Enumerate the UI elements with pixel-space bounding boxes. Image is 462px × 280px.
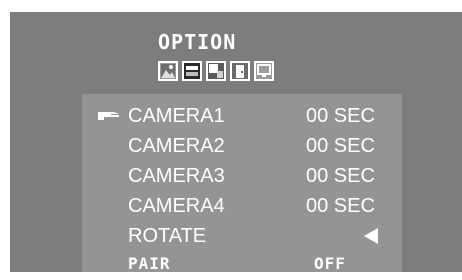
menu-item-value: OFF (314, 254, 346, 273)
menu-item-value: 00 SEC (306, 165, 375, 187)
menu-item-label: PAIR (128, 254, 171, 273)
menu-item-value: 00 SEC (306, 195, 375, 217)
picture-icon (161, 64, 175, 78)
menu-item-camera3[interactable]: CAMERA3 00 SEC (82, 162, 402, 192)
tab-film[interactable] (182, 61, 202, 81)
menu-item-value: 00 SEC (306, 135, 375, 157)
door-icon (232, 63, 248, 79)
menu-item-camera2[interactable]: CAMERA2 00 SEC (82, 132, 402, 162)
menu-item-label: CAMERA3 (128, 165, 225, 187)
left-triangle-icon[interactable] (364, 228, 378, 244)
osd-screen: OPTION CAMERA1 00 SEC CAMERA2 00 SEC CAM… (10, 12, 462, 273)
menu-title: OPTION (158, 30, 237, 54)
menu-item-label: CAMERA4 (128, 195, 225, 217)
menu-item-pair[interactable]: PAIR OFF (82, 250, 402, 280)
tab-door[interactable] (230, 61, 250, 81)
menu-item-camera4[interactable]: CAMERA4 00 SEC (82, 192, 402, 222)
film-icon (184, 63, 200, 79)
options-menu: CAMERA1 00 SEC CAMERA2 00 SEC CAMERA3 00… (82, 94, 402, 273)
menu-item-label: CAMERA1 (128, 105, 225, 127)
menu-item-camera1[interactable]: CAMERA1 00 SEC (82, 102, 402, 132)
image-settings-icon (208, 63, 224, 79)
tab-monitor[interactable] (254, 61, 274, 81)
menu-item-rotate[interactable]: ROTATE (82, 222, 402, 252)
pointing-hand-cursor-icon (98, 112, 119, 120)
menu-item-value: 00 SEC (306, 105, 375, 127)
menu-item-label: CAMERA2 (128, 135, 225, 157)
menu-item-label: ROTATE (128, 225, 207, 247)
tab-picture[interactable] (158, 61, 178, 81)
menu-tab-bar (158, 61, 274, 83)
monitor-icon (257, 64, 271, 77)
tab-image-settings[interactable] (206, 61, 226, 81)
